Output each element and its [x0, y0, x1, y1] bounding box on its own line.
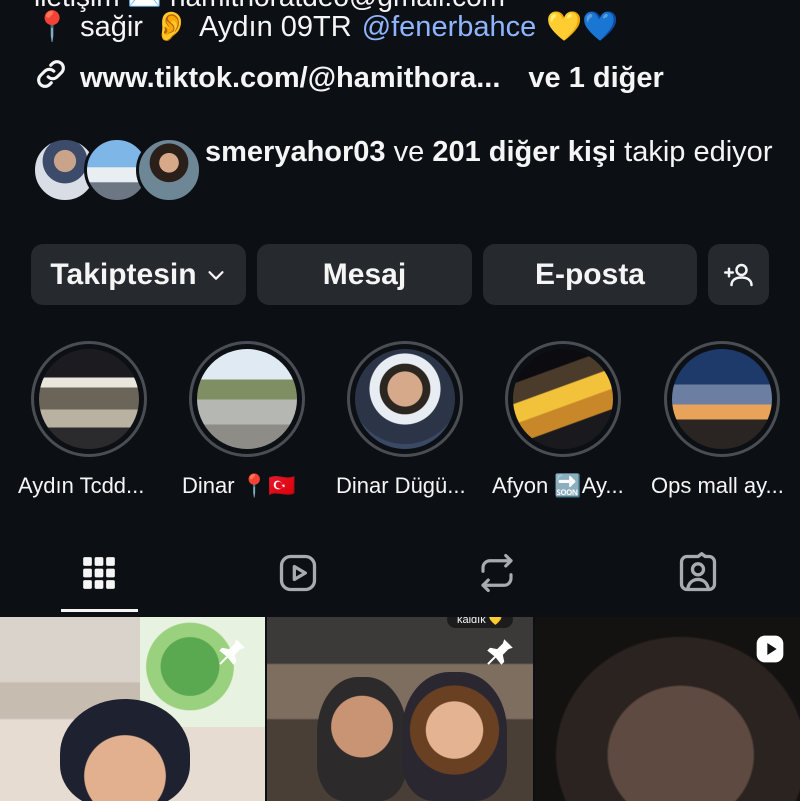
highlight-item[interactable]: Aydın Tcdd... — [18, 341, 150, 498]
repost-icon — [476, 552, 518, 594]
location-pin-icon: 📍 — [34, 11, 71, 43]
highlight-label: Dinar Dügü... — [336, 473, 466, 498]
bio-link-row[interactable]: www.tiktok.com/@hamithora... ve 1 diğer — [34, 57, 664, 99]
highlight-item[interactable]: Ops mall ay... — [651, 341, 784, 498]
highlight-label: Dinar 📍🇹🇷 — [182, 473, 296, 498]
grid-icon — [80, 554, 118, 592]
more-links[interactable]: ve 1 diğer — [528, 62, 663, 95]
hearts-emoji: 💛💙 — [546, 11, 619, 43]
chevron-down-icon — [205, 264, 227, 286]
tagged-user-icon — [676, 551, 720, 595]
post-sticker-text: kaldık 💛 — [447, 617, 513, 628]
email-label: E-posta — [534, 257, 645, 291]
reel-icon — [754, 633, 786, 670]
tab-reposts[interactable] — [457, 548, 537, 598]
highlight-cover — [197, 349, 297, 449]
highlight-item[interactable]: Dinar Dügü... — [336, 341, 466, 498]
tab-posts[interactable] — [59, 548, 139, 598]
reels-icon — [276, 551, 320, 595]
email-button[interactable]: E-posta — [483, 244, 697, 305]
post-face — [60, 699, 190, 801]
tab-reels[interactable] — [258, 548, 338, 598]
ear-icon: 👂 — [152, 11, 190, 43]
followed-by-text: smeryahor03 ve 201 diğer kişi takip ediy… — [205, 133, 772, 171]
highlight-label: Aydın Tcdd... — [18, 473, 145, 498]
post-thumbnail[interactable] — [535, 617, 800, 801]
highlight-label: Ops mall ay... — [651, 473, 784, 498]
pin-icon — [215, 635, 249, 674]
highlight-cover — [39, 349, 139, 449]
following-button[interactable]: Takiptesin — [31, 244, 246, 305]
post-face — [402, 672, 507, 801]
highlight-cover — [513, 349, 613, 449]
bio-city: Aydın 09TR — [199, 10, 352, 43]
active-tab-indicator — [61, 609, 138, 612]
bio-line: 📍 sağir 👂 Aydın 09TR @fenerbahce 💛💙 — [34, 10, 618, 44]
followed-by-row[interactable]: smeryahor03 ve 201 diğer kişi takip ediy… — [32, 133, 792, 203]
add-user-button[interactable] — [708, 244, 769, 305]
add-user-icon — [723, 260, 754, 290]
mutual-avatars — [32, 135, 202, 203]
followed-suffix: takip ediyor — [624, 136, 773, 168]
followed-connector: ve — [393, 136, 425, 168]
post-thumbnail[interactable]: kaldık 💛 — [267, 617, 533, 801]
mutual-username[interactable]: smeryahor03 — [205, 136, 386, 168]
message-button[interactable]: Mesaj — [257, 244, 472, 305]
highlight-cover — [355, 349, 455, 449]
highlight-label: Afyon 🔜Ay... — [492, 473, 624, 498]
highlight-item[interactable]: Afyon 🔜Ay... — [492, 341, 624, 498]
following-label: Takiptesin — [50, 257, 197, 291]
avatar — [136, 137, 202, 203]
post-thumbnail[interactable] — [0, 617, 265, 801]
mention-link[interactable]: @fenerbahce — [362, 11, 537, 44]
link-icon — [34, 57, 68, 99]
mutual-others[interactable]: 201 diğer kişi — [432, 136, 616, 168]
highlight-item[interactable]: Dinar 📍🇹🇷 — [182, 341, 308, 498]
tab-tagged[interactable] — [658, 548, 738, 598]
message-label: Mesaj — [322, 257, 407, 291]
website-link[interactable]: www.tiktok.com/@hamithora... — [80, 62, 500, 95]
post-face — [317, 677, 407, 801]
bio-text: sağir — [80, 10, 143, 43]
pin-icon — [483, 635, 517, 674]
highlight-cover — [672, 349, 772, 449]
